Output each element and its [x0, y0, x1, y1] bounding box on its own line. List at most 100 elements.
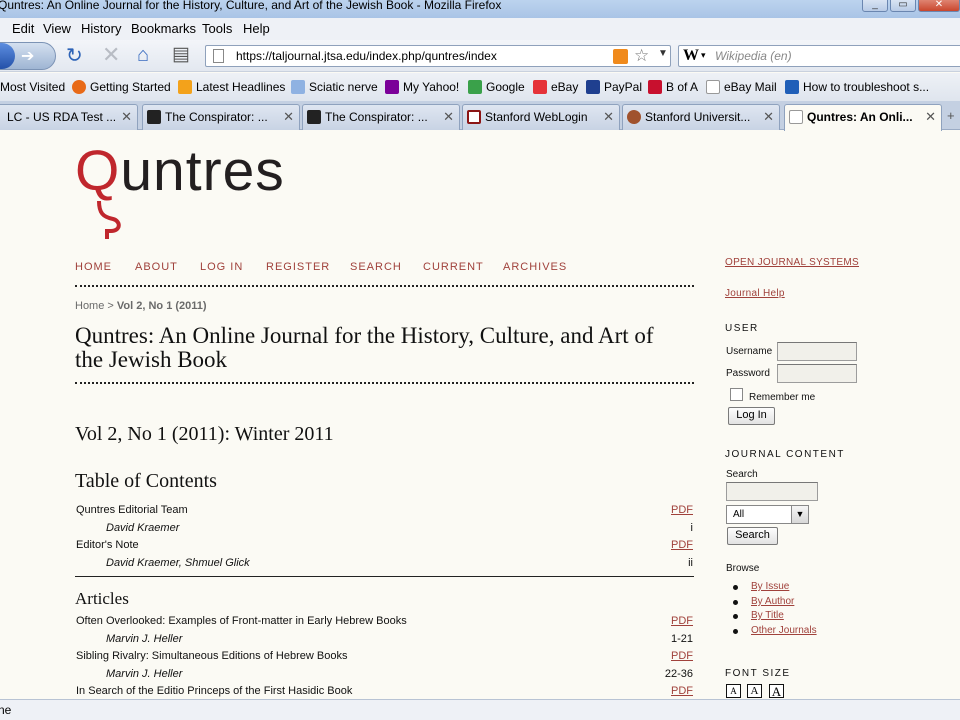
menu-history[interactable]: History	[81, 21, 121, 36]
divider	[75, 382, 694, 384]
pdf-link[interactable]: PDF	[671, 615, 693, 627]
remember-me-checkbox[interactable]	[730, 388, 743, 401]
tab-conspirator-2[interactable]: The Conspirator: ... ✕	[302, 104, 460, 130]
article-pages: 1-21	[670, 633, 693, 645]
search-scope-select[interactable]: All ▼	[726, 505, 809, 524]
bookmark-latest-headlines[interactable]: Latest Headlines	[178, 80, 285, 94]
nav-register[interactable]: REGISTER	[266, 261, 330, 273]
breadcrumb-current[interactable]: Vol 2, No 1 (2011)	[117, 300, 207, 312]
browse-by-issue-link[interactable]: By Issue	[751, 581, 789, 592]
quntres-logo[interactable]: Quntres	[75, 141, 285, 201]
bookmark-troubleshoot[interactable]: How to troubleshoot s...	[785, 80, 929, 94]
breadcrumb-home[interactable]: Home	[75, 300, 104, 312]
menu-edit[interactable]: Edit	[12, 21, 34, 36]
font-size-large-button[interactable]: A	[769, 684, 784, 698]
browser-window: Quntres: An Online Journal for the Histo…	[0, 0, 960, 720]
nav-archives[interactable]: ARCHIVES	[503, 261, 567, 273]
nav-home[interactable]: HOME	[75, 261, 112, 273]
bookmark-label: Latest Headlines	[196, 80, 286, 94]
password-field[interactable]	[777, 364, 857, 383]
title-bar: Quntres: An Online Journal for the Histo…	[0, 0, 960, 18]
home-icon[interactable]: ⌂	[137, 45, 149, 65]
nav-login[interactable]: LOG IN	[200, 261, 243, 273]
reload-icon[interactable]: ↻	[66, 46, 83, 66]
forward-arrow-icon[interactable]: ➔	[21, 46, 34, 66]
status-bar: ne	[0, 699, 960, 720]
bookmark-most-visited[interactable]: Most Visited	[0, 80, 65, 94]
close-tab-icon[interactable]: ✕	[443, 109, 454, 125]
minimize-button[interactable]: _	[862, 0, 888, 12]
user-heading: USER	[725, 323, 759, 334]
bookmark-star-icon[interactable]: ☆	[634, 46, 649, 66]
pdf-link[interactable]: PDF	[671, 504, 693, 516]
menu-help[interactable]: Help	[243, 21, 270, 36]
navigation-toolbar: ➔ ↻ ✕ ⌂ ▤ https://taljournal.jtsa.edu/in…	[0, 40, 960, 72]
tab-stanford-weblogin[interactable]: Stanford WebLogin ✕	[462, 104, 620, 130]
bookmark-getting-started[interactable]: Getting Started	[72, 80, 171, 94]
search-engine-dropdown-icon[interactable]: ▾	[701, 50, 706, 61]
pdf-link[interactable]: PDF	[671, 685, 693, 697]
browse-label: Browse	[726, 563, 760, 574]
browse-by-author-link[interactable]: By Author	[751, 596, 794, 607]
maximize-button[interactable]: ▭	[890, 0, 916, 12]
font-size-small-button[interactable]: A	[726, 684, 741, 698]
bookmark-label: eBay Mail	[724, 80, 777, 94]
tab-stanford-university[interactable]: Stanford Universit... ✕	[622, 104, 780, 130]
journal-search-input[interactable]	[726, 482, 818, 501]
google-icon	[468, 80, 482, 94]
new-tab-icon[interactable]: +	[947, 108, 955, 123]
close-tab-icon[interactable]: ✕	[603, 109, 614, 125]
ojs-link[interactable]: OPEN JOURNAL SYSTEMS	[725, 257, 859, 268]
other-journals-link[interactable]: Other Journals	[751, 625, 817, 636]
pdf-link[interactable]: PDF	[671, 650, 693, 662]
menu-tools[interactable]: Tools	[202, 21, 232, 36]
login-button[interactable]: Log In	[728, 407, 775, 425]
close-tab-icon[interactable]: ✕	[925, 109, 936, 125]
tab-quntres-active[interactable]: Quntres: An Onli... ✕	[784, 104, 942, 131]
font-size-medium-button[interactable]: A	[747, 684, 762, 698]
tab-label: The Conspirator: ...	[325, 110, 428, 124]
breadcrumb: Home > Vol 2, No 1 (2011)	[75, 300, 207, 312]
address-bar[interactable]: https://taljournal.jtsa.edu/index.php/qu…	[205, 45, 671, 67]
tab-conspirator-1[interactable]: The Conspirator: ... ✕	[142, 104, 300, 130]
browse-by-title-link[interactable]: By Title	[751, 610, 784, 621]
back-button[interactable]	[0, 43, 15, 69]
issue-title: Vol 2, No 1 (2011): Winter 2011	[75, 423, 334, 445]
close-window-button[interactable]: ✕	[918, 0, 960, 12]
window-controls: _ ▭ ✕	[860, 0, 960, 12]
nav-search[interactable]: SEARCH	[350, 261, 402, 273]
journal-search-button[interactable]: Search	[727, 527, 778, 545]
menu-view[interactable]: View	[43, 21, 71, 36]
bookmark-ebay-mail[interactable]: eBay Mail	[706, 80, 777, 94]
url-dropdown-icon[interactable]: ▼	[658, 48, 668, 59]
menu-bookmarks[interactable]: Bookmarks	[131, 21, 196, 36]
pdf-link[interactable]: PDF	[671, 539, 693, 551]
nav-about[interactable]: ABOUT	[135, 261, 178, 273]
wikipedia-icon[interactable]: W	[683, 47, 699, 65]
close-tab-icon[interactable]: ✕	[763, 109, 774, 125]
stop-icon[interactable]: ✕	[102, 44, 120, 66]
username-field[interactable]	[777, 342, 857, 361]
rss-feed-icon[interactable]	[613, 49, 628, 64]
bookmark-paypal[interactable]: PayPal	[586, 80, 642, 94]
url-text[interactable]: https://taljournal.jtsa.edu/index.php/qu…	[236, 49, 497, 63]
close-tab-icon[interactable]: ✕	[283, 109, 294, 125]
ebay-icon	[533, 80, 547, 94]
bookmark-b-of-a[interactable]: B of A	[648, 80, 698, 94]
article-author: Marvin J. Heller	[106, 633, 183, 645]
journal-help-link[interactable]: Journal Help	[725, 288, 785, 299]
yahoo-icon	[385, 80, 399, 94]
print-icon[interactable]: ▤	[172, 45, 190, 65]
bookmarks-toolbar: Most Visited Getting Started Latest Head…	[0, 73, 960, 101]
bookmark-google[interactable]: Google	[468, 80, 525, 94]
tab-lc-rda[interactable]: LC - US RDA Test ... ✕	[0, 104, 138, 130]
search-bar[interactable]: W ▾ Wikipedia (en)	[678, 45, 960, 67]
bookmark-ebay[interactable]: eBay	[533, 80, 578, 94]
bookmark-my-yahoo[interactable]: My Yahoo!	[385, 80, 459, 94]
search-placeholder[interactable]: Wikipedia (en)	[715, 49, 792, 63]
bookmark-sciatic-nerve[interactable]: Sciatic nerve	[291, 80, 378, 94]
chevron-down-icon[interactable]: ▼	[791, 506, 808, 523]
close-tab-icon[interactable]: ✕	[121, 109, 132, 125]
sidebar: OPEN JOURNAL SYSTEMS Journal Help USER U…	[725, 131, 960, 699]
nav-current[interactable]: CURRENT	[423, 261, 484, 273]
